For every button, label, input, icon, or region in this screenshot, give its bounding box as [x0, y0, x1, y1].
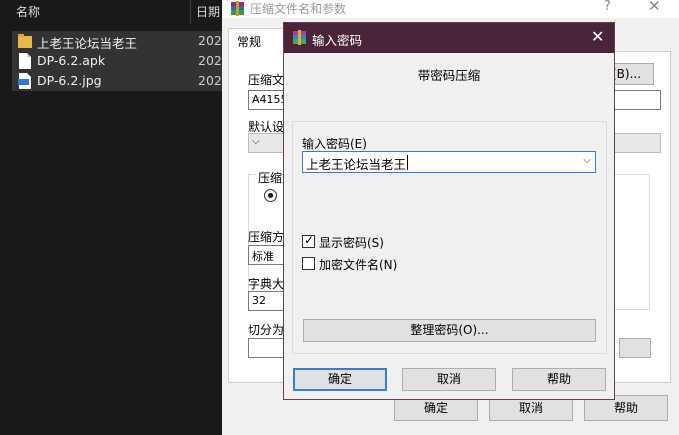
- checkbox-box[interactable]: ✓: [302, 233, 315, 248]
- password-dialog-titlebar[interactable]: 输入密码 ✕: [284, 23, 614, 53]
- archive-name-label: 压缩文: [248, 73, 285, 87]
- password-dialog-subtitle: 带密码压缩: [417, 68, 481, 83]
- encrypt-filenames-label: 加密文件名(N): [319, 258, 398, 272]
- format-radio[interactable]: [264, 189, 277, 202]
- chevron-down-icon[interactable]: ⌵: [583, 155, 591, 166]
- file-name: DP-6.2.jpg: [37, 73, 102, 88]
- compression-method-label: 压缩方: [248, 230, 285, 244]
- split-volume-label: 切分为: [248, 323, 285, 337]
- close-icon[interactable]: ✕: [591, 27, 604, 46]
- column-header-name[interactable]: 名称: [16, 3, 40, 20]
- password-value: 上老王论坛当老王: [306, 157, 407, 172]
- help-icon[interactable]: ?: [604, 0, 611, 14]
- checkbox-box[interactable]: [302, 257, 315, 270]
- text-caret: [407, 155, 408, 170]
- password-dialog: 输入密码 ✕ 带密码压缩 输入密码(E) 上老王论坛当老王 ⌵ ✓ 显示密码(S…: [283, 22, 615, 400]
- cancel-button[interactable]: 取消: [402, 368, 496, 391]
- back-dialog-title: 压缩文件名和参数: [250, 2, 347, 16]
- manage-passwords-button[interactable]: 整理密码(O)...: [303, 319, 596, 342]
- winrar-icon: [231, 1, 244, 16]
- column-separator[interactable]: [190, 0, 191, 24]
- file-name: DP-6.2.apk: [37, 53, 106, 68]
- file-row-jpg[interactable]: DP-6.2.jpg 2026: [12, 71, 230, 91]
- folder-icon: [18, 34, 32, 48]
- password-input[interactable]: 上老王论坛当老王 ⌵: [302, 151, 596, 173]
- encrypt-filenames-checkbox[interactable]: 加密文件名(N): [302, 256, 422, 272]
- file-icon: [19, 53, 31, 69]
- winrar-icon: [293, 30, 306, 45]
- password-label: 输入密码(E): [302, 137, 367, 151]
- tab-general[interactable]: 常规: [228, 28, 284, 52]
- back-dialog-titlebar[interactable]: 压缩文件名和参数 ? ✕: [222, 0, 679, 18]
- dictionary-size-label: 字典大: [248, 277, 285, 291]
- file-name: 上老王论坛当老王: [37, 36, 138, 51]
- show-password-label: 显示密码(S): [319, 236, 384, 250]
- split-options-button[interactable]: [619, 338, 651, 358]
- column-header: 名称 日期: [0, 0, 222, 24]
- jpg-file-icon: [18, 73, 31, 89]
- file-row-folder[interactable]: 上老王论坛当老王 2026: [12, 31, 230, 51]
- checkmark-icon: ✓: [304, 233, 315, 247]
- close-icon[interactable]: ✕: [648, 0, 661, 15]
- ok-button[interactable]: 确定: [293, 368, 387, 391]
- column-header-date[interactable]: 日期: [196, 3, 220, 20]
- file-row-apk[interactable]: DP-6.2.apk 2026: [12, 51, 230, 71]
- help-button[interactable]: 帮助: [512, 368, 606, 391]
- password-dialog-title: 输入密码: [312, 33, 363, 48]
- show-password-checkbox[interactable]: ✓ 显示密码(S): [302, 233, 422, 250]
- file-explorer: 名称 日期 上老王论坛当老王 2026 DP-6.2.apk 2026 DP-6…: [0, 0, 230, 435]
